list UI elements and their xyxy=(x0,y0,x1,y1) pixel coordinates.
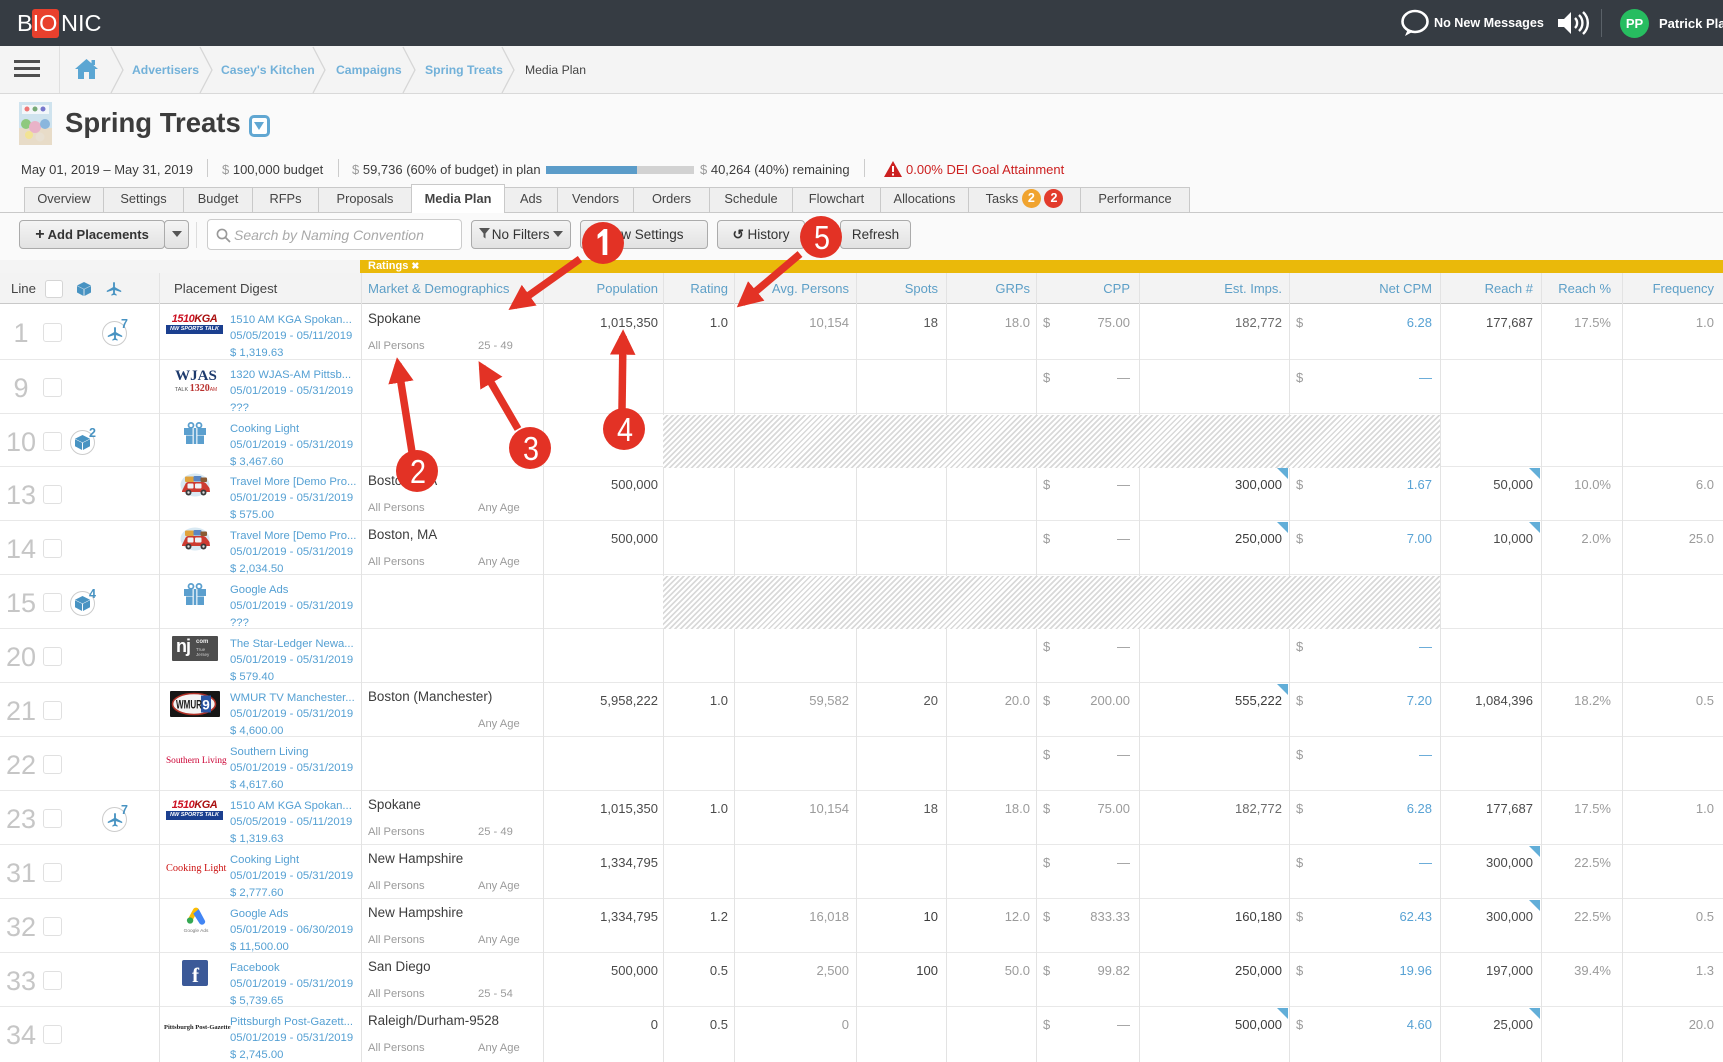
svg-text:WMUR: WMUR xyxy=(176,700,202,712)
svg-text:9: 9 xyxy=(202,698,210,713)
